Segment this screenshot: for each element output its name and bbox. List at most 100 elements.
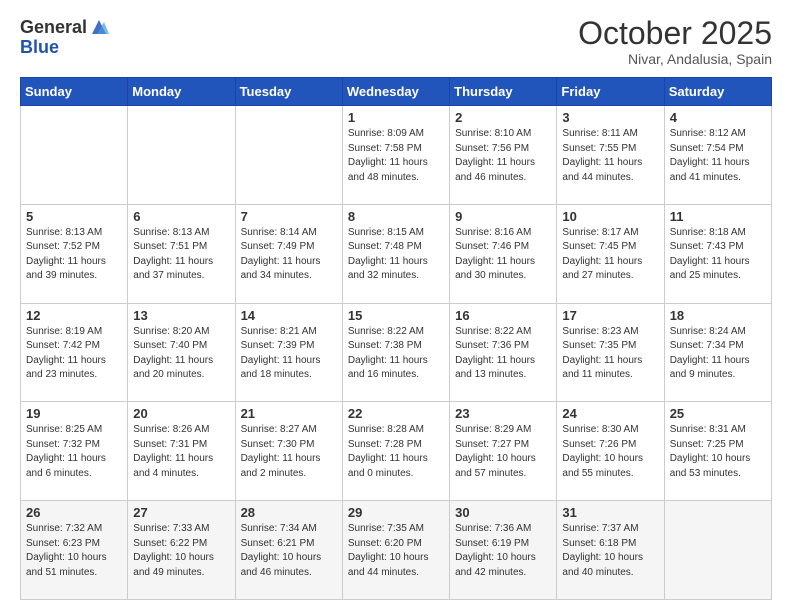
table-row: [664, 501, 771, 600]
day-info: Sunrise: 8:24 AM Sunset: 7:34 PM Dayligh…: [670, 325, 766, 383]
table-row: 18 Sunrise: 8:24 AM Sunset: 7:34 PM Dayli…: [664, 303, 771, 402]
day-number: 21: [241, 406, 337, 421]
table-row: 13Sunrise: 8:20 AM Sunset: 7:40 PM Dayli…: [128, 303, 235, 402]
page: General Blue October 2025 Nivar, Andalus…: [0, 0, 792, 612]
table-row: 28Sunrise: 7:34 AM Sunset: 6:21 PM Dayli…: [235, 501, 342, 600]
day-number: 25: [670, 406, 766, 421]
table-row: 14 Sunrise: 8:21 AM Sunset: 7:39 PM Dayli…: [235, 303, 342, 402]
table-row: 19Sunrise: 8:25 AM Sunset: 7:32 PM Dayli…: [21, 402, 128, 501]
col-saturday: Saturday: [664, 78, 771, 106]
day-info: Sunrise: 8:26 AM Sunset: 7:31 PM Dayligh…: [133, 423, 229, 481]
day-info: Sunrise: 8:23 AM Sunset: 7:35 PM Dayligh…: [562, 325, 658, 383]
calendar-table: Sunday Monday Tuesday Wednesday Thursday…: [20, 77, 772, 600]
table-row: 24 Sunrise: 8:30 AM Sunset: 7:26 PM Dayli…: [557, 402, 664, 501]
day-number: 27: [133, 505, 229, 520]
day-number: 19: [26, 406, 122, 421]
col-thursday: Thursday: [450, 78, 557, 106]
table-row: 4Sunrise: 8:12 AM Sunset: 7:54 PM Daylig…: [664, 106, 771, 205]
table-row: [128, 106, 235, 205]
table-row: 8 Sunrise: 8:15 AM Sunset: 7:48 PM Daylig…: [342, 204, 449, 303]
day-info: Sunrise: 7:36 AM Sunset: 6:19 PM Dayligh…: [455, 522, 551, 580]
day-number: 7: [241, 209, 337, 224]
day-number: 3: [562, 110, 658, 125]
table-row: 12Sunrise: 8:19 AM Sunset: 7:42 PM Dayli…: [21, 303, 128, 402]
logo-general: General: [20, 18, 87, 36]
day-number: 30: [455, 505, 551, 520]
day-info: Sunrise: 8:27 AM Sunset: 7:30 PM Dayligh…: [241, 423, 337, 481]
calendar-week-row: 19Sunrise: 8:25 AM Sunset: 7:32 PM Dayli…: [21, 402, 772, 501]
day-info: Sunrise: 8:13 AM Sunset: 7:51 PM Dayligh…: [133, 226, 229, 284]
day-number: 29: [348, 505, 444, 520]
logo-icon: [88, 16, 110, 38]
day-number: 20: [133, 406, 229, 421]
day-info: Sunrise: 8:18 AM Sunset: 7:43 PM Dayligh…: [670, 226, 766, 284]
day-number: 9: [455, 209, 551, 224]
day-number: 8: [348, 209, 444, 224]
table-row: 17 Sunrise: 8:23 AM Sunset: 7:35 PM Dayli…: [557, 303, 664, 402]
day-number: 23: [455, 406, 551, 421]
day-number: 26: [26, 505, 122, 520]
calendar-week-row: 5Sunrise: 8:13 AM Sunset: 7:52 PM Daylig…: [21, 204, 772, 303]
table-row: 7Sunrise: 8:14 AM Sunset: 7:49 PM Daylig…: [235, 204, 342, 303]
day-info: Sunrise: 8:28 AM Sunset: 7:28 PM Dayligh…: [348, 423, 444, 481]
table-row: [21, 106, 128, 205]
day-info: Sunrise: 8:15 AM Sunset: 7:48 PM Dayligh…: [348, 226, 444, 284]
table-row: 25 Sunrise: 8:31 AM Sunset: 7:25 PM Dayli…: [664, 402, 771, 501]
day-info: Sunrise: 8:31 AM Sunset: 7:25 PM Dayligh…: [670, 423, 766, 481]
day-number: 17: [562, 308, 658, 323]
calendar-week-row: 26 Sunrise: 7:32 AM Sunset: 6:23 PM Dayli…: [21, 501, 772, 600]
logo: General Blue: [20, 16, 110, 56]
table-row: 6Sunrise: 8:13 AM Sunset: 7:51 PM Daylig…: [128, 204, 235, 303]
table-row: 2 Sunrise: 8:10 AM Sunset: 7:56 PM Daylig…: [450, 106, 557, 205]
table-row: 10 Sunrise: 8:17 AM Sunset: 7:45 PM Dayli…: [557, 204, 664, 303]
day-info: Sunrise: 7:37 AM Sunset: 6:18 PM Dayligh…: [562, 522, 658, 580]
day-number: 31: [562, 505, 658, 520]
col-sunday: Sunday: [21, 78, 128, 106]
table-row: 20 Sunrise: 8:26 AM Sunset: 7:31 PM Dayli…: [128, 402, 235, 501]
day-info: Sunrise: 8:29 AM Sunset: 7:27 PM Dayligh…: [455, 423, 551, 481]
month-title: October 2025: [578, 16, 772, 51]
day-number: 14: [241, 308, 337, 323]
table-row: 21 Sunrise: 8:27 AM Sunset: 7:30 PM Dayli…: [235, 402, 342, 501]
day-number: 18: [670, 308, 766, 323]
day-info: Sunrise: 8:12 AM Sunset: 7:54 PM Dayligh…: [670, 127, 766, 185]
day-info: Sunrise: 8:16 AM Sunset: 7:46 PM Dayligh…: [455, 226, 551, 284]
day-number: 16: [455, 308, 551, 323]
day-number: 24: [562, 406, 658, 421]
day-info: Sunrise: 7:34 AM Sunset: 6:21 PM Dayligh…: [241, 522, 337, 580]
day-number: 13: [133, 308, 229, 323]
day-number: 10: [562, 209, 658, 224]
day-number: 2: [455, 110, 551, 125]
location: Nivar, Andalusia, Spain: [578, 51, 772, 67]
title-area: October 2025 Nivar, Andalusia, Spain: [578, 16, 772, 67]
table-row: 9 Sunrise: 8:16 AM Sunset: 7:46 PM Daylig…: [450, 204, 557, 303]
day-number: 22: [348, 406, 444, 421]
day-info: Sunrise: 8:09 AM Sunset: 7:58 PM Dayligh…: [348, 127, 444, 185]
day-info: Sunrise: 7:32 AM Sunset: 6:23 PM Dayligh…: [26, 522, 122, 580]
table-row: 16Sunrise: 8:22 AM Sunset: 7:36 PM Dayli…: [450, 303, 557, 402]
calendar-week-row: 12Sunrise: 8:19 AM Sunset: 7:42 PM Dayli…: [21, 303, 772, 402]
table-row: 23 Sunrise: 8:29 AM Sunset: 7:27 PM Dayli…: [450, 402, 557, 501]
logo-blue: Blue: [20, 38, 110, 56]
table-row: 3Sunrise: 8:11 AM Sunset: 7:55 PM Daylig…: [557, 106, 664, 205]
col-wednesday: Wednesday: [342, 78, 449, 106]
table-row: 27Sunrise: 7:33 AM Sunset: 6:22 PM Dayli…: [128, 501, 235, 600]
day-info: Sunrise: 8:10 AM Sunset: 7:56 PM Dayligh…: [455, 127, 551, 185]
day-info: Sunrise: 8:21 AM Sunset: 7:39 PM Dayligh…: [241, 325, 337, 383]
table-row: [235, 106, 342, 205]
table-row: 15Sunrise: 8:22 AM Sunset: 7:38 PM Dayli…: [342, 303, 449, 402]
table-row: 30 Sunrise: 7:36 AM Sunset: 6:19 PM Dayli…: [450, 501, 557, 600]
table-row: 11 Sunrise: 8:18 AM Sunset: 7:43 PM Dayli…: [664, 204, 771, 303]
table-row: 26 Sunrise: 7:32 AM Sunset: 6:23 PM Dayli…: [21, 501, 128, 600]
day-number: 11: [670, 209, 766, 224]
day-number: 5: [26, 209, 122, 224]
table-row: 29 Sunrise: 7:35 AM Sunset: 6:20 PM Dayli…: [342, 501, 449, 600]
day-number: 15: [348, 308, 444, 323]
day-info: Sunrise: 7:35 AM Sunset: 6:20 PM Dayligh…: [348, 522, 444, 580]
table-row: 5Sunrise: 8:13 AM Sunset: 7:52 PM Daylig…: [21, 204, 128, 303]
calendar-week-row: 1Sunrise: 8:09 AM Sunset: 7:58 PM Daylig…: [21, 106, 772, 205]
day-info: Sunrise: 8:17 AM Sunset: 7:45 PM Dayligh…: [562, 226, 658, 284]
table-row: 1Sunrise: 8:09 AM Sunset: 7:58 PM Daylig…: [342, 106, 449, 205]
table-row: 31 Sunrise: 7:37 AM Sunset: 6:18 PM Dayli…: [557, 501, 664, 600]
day-info: Sunrise: 8:30 AM Sunset: 7:26 PM Dayligh…: [562, 423, 658, 481]
